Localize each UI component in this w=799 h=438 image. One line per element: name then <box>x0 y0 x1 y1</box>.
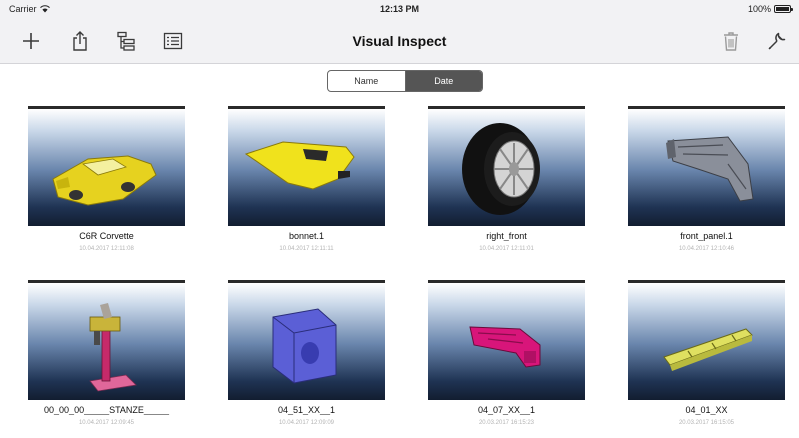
model-thumbnail-car <box>28 106 185 226</box>
model-name: 04_51_XX__1 <box>277 405 336 415</box>
settings-button[interactable] <box>764 28 790 54</box>
model-tile[interactable]: C6R Corvette 10.04.2017 12:11:08 <box>28 106 185 266</box>
page-title: Visual Inspect <box>352 33 447 49</box>
model-date: 20.03.2017 16:15:05 <box>678 420 735 426</box>
model-tile[interactable]: front_panel.1 10.04.2017 12:10:46 <box>628 106 785 266</box>
model-tile[interactable]: 00_00_00_____STANZE_____ 10.04.2017 12:0… <box>28 280 185 438</box>
model-name: right_front <box>486 231 527 241</box>
model-name: 04_07_XX__1 <box>477 405 536 415</box>
sort-segmented-control: Name Date <box>327 70 483 92</box>
model-tile[interactable]: 04_01_XX 20.03.2017 16:15:05 <box>628 280 785 438</box>
model-name: bonnet.1 <box>288 231 325 241</box>
model-thumbnail-rail <box>628 280 785 400</box>
status-time: 12:13 PM <box>379 4 420 14</box>
model-name: 00_00_00_____STANZE_____ <box>44 405 169 415</box>
battery-icon <box>774 5 793 13</box>
wrench-icon <box>768 32 786 50</box>
model-date: 20.03.2017 16:15:23 <box>478 420 535 426</box>
battery-indicator: 100% <box>747 4 793 14</box>
model-thumbnail-panel <box>628 106 785 226</box>
model-date: 10.04.2017 12:09:45 <box>78 420 135 426</box>
model-tile[interactable]: bonnet.1 10.04.2017 12:11:11 <box>228 106 385 266</box>
model-tile[interactable]: right_front 10.04.2017 12:11:01 <box>428 106 585 266</box>
model-thumbnail-block <box>228 280 385 400</box>
model-date: 10.04.2017 12:11:01 <box>479 246 534 252</box>
model-tile[interactable]: 04_51_XX__1 10.04.2017 12:09:09 <box>228 280 385 438</box>
model-thumbnail-wheel <box>428 106 585 226</box>
model-name: front_panel.1 <box>680 231 733 241</box>
navigation-bar: Visual Inspect <box>0 18 799 64</box>
model-name: 04_01_XX <box>685 405 728 415</box>
model-date: 10.04.2017 12:11:11 <box>279 246 334 252</box>
model-thumbnail-stand <box>28 280 185 400</box>
model-name: C6R Corvette <box>79 231 134 241</box>
battery-percent: 100% <box>747 4 771 14</box>
delete-button[interactable] <box>718 28 744 54</box>
model-thumbnail-bracket <box>428 280 585 400</box>
sort-by-date-segment[interactable]: Date <box>404 71 482 91</box>
model-date: 10.04.2017 12:11:08 <box>79 246 134 252</box>
sort-by-name-segment[interactable]: Name <box>328 71 405 91</box>
model-date: 10.04.2017 12:10:46 <box>678 246 735 252</box>
model-thumbnail-bonnet <box>228 106 385 226</box>
model-tile[interactable]: 04_07_XX__1 20.03.2017 16:15:23 <box>428 280 585 438</box>
status-bar: Carrier 12:13 PM 100% <box>0 0 799 18</box>
trash-icon <box>724 32 738 51</box>
battery-fill <box>776 7 789 11</box>
model-date: 10.04.2017 12:09:09 <box>278 420 335 426</box>
